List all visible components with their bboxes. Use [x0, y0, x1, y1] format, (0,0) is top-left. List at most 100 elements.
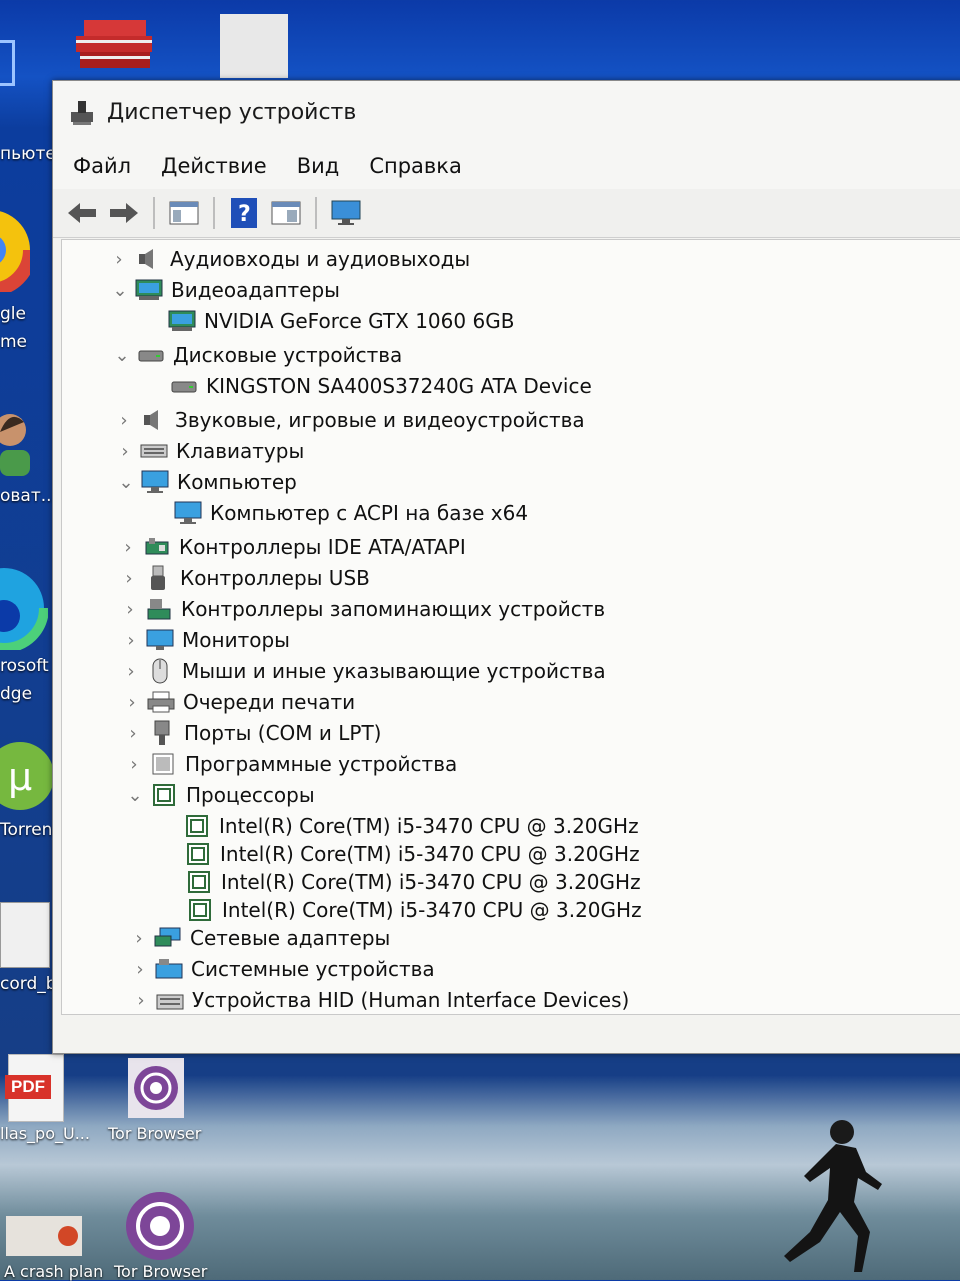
expand-chevron-icon[interactable]: › — [110, 441, 140, 462]
port-icon — [148, 720, 176, 745]
desktop-label-user: оват... — [0, 486, 57, 506]
expand-chevron-icon[interactable]: › — [126, 990, 156, 1011]
svg-text:µ: µ — [8, 755, 32, 799]
tree-device[interactable]: NVIDIA GeForce GTX 1060 6GB — [168, 306, 514, 336]
chrome-icon[interactable] — [0, 208, 30, 292]
computer-icon — [141, 470, 169, 494]
tree-category-label: Системные устройства — [191, 957, 435, 981]
collapse-chevron-icon[interactable]: ⌄ — [105, 280, 135, 301]
tree-device[interactable]: Intel(R) Core(TM) i5-3470 CPU @ 3.20GHz — [185, 867, 641, 897]
expand-chevron-icon[interactable]: › — [115, 599, 145, 620]
device-tree[interactable]: › Аудиовходы и аудиовыходы ⌄ Видеоадаптеры N… — [61, 239, 960, 1015]
title-bar[interactable]: Диспетчер устройств — [53, 81, 960, 143]
tree-category-label: Компьютер — [177, 470, 297, 494]
menu-action[interactable]: Действие — [161, 150, 267, 182]
tree-category[interactable]: ⌄ Видеоадаптеры — [105, 275, 340, 305]
tor-browser-icon[interactable] — [128, 1058, 184, 1118]
tree-category[interactable]: › Аудиовходы и аудиовыходы — [104, 244, 470, 274]
utorrent-icon[interactable]: µ — [0, 736, 56, 816]
tree-category[interactable]: ⌄ Компьютер — [111, 467, 297, 497]
expand-chevron-icon[interactable]: › — [113, 537, 143, 558]
tree-category[interactable]: › Клавиатуры — [110, 436, 304, 466]
expand-chevron-icon[interactable]: › — [109, 410, 139, 431]
tree-device[interactable]: KINGSTON SA400S37240G ATA Device — [170, 371, 592, 401]
expand-chevron-icon[interactable]: › — [104, 249, 134, 270]
tree-category[interactable]: › Сетевые адаптеры — [124, 923, 390, 953]
expand-chevron-icon[interactable]: › — [118, 723, 148, 744]
menu-view[interactable]: Вид — [297, 150, 340, 182]
back-arrow-icon — [68, 203, 96, 223]
tree-category-label: Мониторы — [182, 628, 290, 652]
properties-button[interactable] — [269, 196, 303, 230]
tree-category[interactable]: ⌄ Процессоры — [120, 780, 314, 810]
toolbar-separator-2 — [213, 197, 215, 229]
desktop-label-google: gle — [0, 304, 26, 324]
tree-device-label: Компьютер с ACPI на базе x64 — [210, 501, 529, 525]
toolbar: ? — [53, 189, 960, 238]
desktop-label-edge: dge — [0, 684, 33, 704]
system-device-icon — [155, 957, 183, 981]
menu-file[interactable]: Файл — [73, 150, 131, 182]
tree-category[interactable]: › Порты (COM и LPT) — [118, 718, 381, 748]
tree-category[interactable]: › Звуковые, игровые и видеоустройства — [109, 405, 584, 435]
expand-chevron-icon[interactable]: › — [119, 754, 149, 775]
tree-category[interactable]: › Мониторы — [116, 625, 290, 655]
expand-chevron-icon[interactable]: › — [116, 661, 146, 682]
window-title: Диспетчер устройств — [107, 99, 357, 125]
tree-device-label: NVIDIA GeForce GTX 1060 6GB — [204, 309, 515, 333]
tree-category-label: Видеоадаптеры — [171, 278, 340, 302]
tree-category-label: Аудиовходы и аудиовыходы — [170, 247, 471, 271]
tree-category[interactable]: › Программные устройства — [119, 749, 457, 779]
expand-chevron-icon[interactable]: › — [114, 568, 144, 589]
expand-chevron-icon[interactable]: › — [124, 928, 154, 949]
tree-category[interactable]: › Системные устройства — [125, 954, 435, 984]
tree-device[interactable]: Компьютер с ACPI на базе x64 — [174, 498, 528, 528]
monitor-icon — [146, 628, 174, 652]
collapse-chevron-icon[interactable]: ⌄ — [107, 345, 137, 366]
collapse-chevron-icon[interactable]: ⌄ — [120, 785, 150, 806]
toolbar-separator — [153, 197, 155, 229]
computer-desktop-icon[interactable] — [0, 40, 15, 86]
document-icon[interactable] — [0, 902, 50, 968]
back-button[interactable] — [65, 196, 99, 230]
user-icon[interactable] — [0, 404, 34, 476]
powerpoint-icon[interactable] — [6, 1216, 82, 1256]
tree-category-label: Контроллеры запоминающих устройств — [181, 597, 606, 621]
collapse-chevron-icon[interactable]: ⌄ — [111, 472, 141, 493]
tree-category[interactable]: › Устройства HID (Human Interface Devices… — [126, 985, 629, 1015]
keyboard-icon — [140, 439, 168, 463]
expand-chevron-icon[interactable]: › — [117, 692, 147, 713]
tree-category-label: Клавиатуры — [176, 439, 305, 463]
menu-help[interactable]: Справка — [369, 150, 462, 182]
tree-device[interactable]: Intel(R) Core(TM) i5-3470 CPU @ 3.20GHz — [184, 839, 640, 869]
tree-category[interactable]: › Контроллеры IDE ATA/ATAPI — [113, 532, 465, 562]
device-manager-icon — [71, 101, 93, 125]
tor-browser-icon-2[interactable] — [120, 1190, 200, 1262]
forward-button[interactable] — [107, 196, 141, 230]
file-icon[interactable] — [220, 14, 288, 78]
processor-icon — [184, 842, 212, 866]
hid-icon — [156, 988, 184, 1012]
pdf-icon[interactable]: PDF — [5, 1054, 64, 1122]
tree-category[interactable]: › Мыши и иные указывающие устройства — [116, 656, 606, 686]
tree-category[interactable]: › Контроллеры запоминающих устройств — [115, 594, 605, 624]
disk-drive-icon — [137, 343, 165, 367]
forward-arrow-icon — [110, 203, 138, 223]
desktop-label-pdf: llas_po_U... — [0, 1124, 90, 1143]
desktop-label-chrome: me — [0, 332, 28, 352]
tree-category[interactable]: › Контроллеры USB — [114, 563, 370, 593]
tree-device[interactable]: Intel(R) Core(TM) i5-3470 CPU @ 3.20GHz — [186, 895, 642, 925]
tree-category[interactable]: ⌄ Дисковые устройства — [107, 340, 402, 370]
show-hide-console-tree-button[interactable] — [167, 196, 201, 230]
tree-category[interactable]: › Очереди печати — [117, 687, 355, 717]
books-icon[interactable] — [72, 14, 156, 80]
tree-category-label: Контроллеры USB — [180, 566, 370, 590]
expand-chevron-icon[interactable]: › — [116, 630, 146, 651]
edge-icon[interactable] — [0, 566, 48, 650]
help-button[interactable]: ? — [227, 196, 261, 230]
tree-device[interactable]: Intel(R) Core(TM) i5-3470 CPU @ 3.20GHz — [183, 811, 639, 841]
properties-icon — [271, 201, 301, 225]
expand-chevron-icon[interactable]: › — [125, 959, 155, 980]
scan-hardware-button[interactable] — [329, 196, 363, 230]
tree-category-label: Сетевые адаптеры — [190, 926, 391, 950]
